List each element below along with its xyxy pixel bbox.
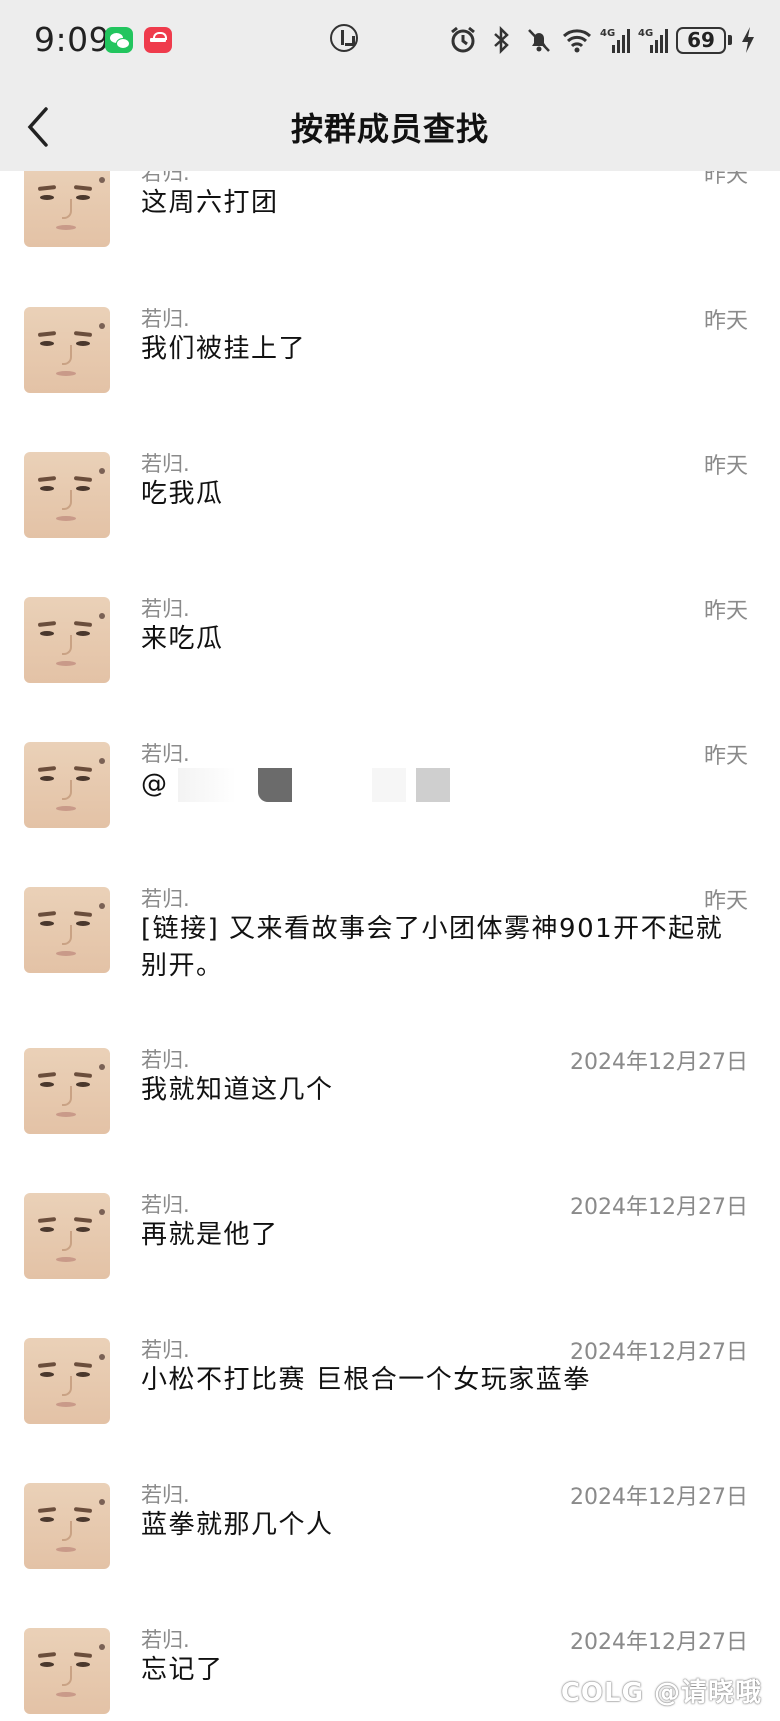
charging-icon <box>740 25 756 55</box>
redacted-block <box>178 767 237 802</box>
message-item[interactable]: 若归. 昨天 来吃瓜 <box>0 581 780 711</box>
page-title: 按群成员查找 <box>290 110 489 148</box>
system-icons: 4G 4G 69 <box>448 20 756 60</box>
avatar[interactable] <box>24 1338 110 1424</box>
message-text: 小松不打比赛 巨根合一个女玩家蓝拳 <box>141 1365 591 1395</box>
message-text: 这周六打团 <box>141 188 279 218</box>
avatar[interactable] <box>24 171 110 247</box>
status-time: 9:09 <box>34 20 111 59</box>
sender-name: 若归. <box>141 1193 190 1217</box>
sender-name: 若归. <box>141 887 190 911</box>
battery-icon: 69 <box>676 26 726 54</box>
message-text: [链接] 又来看故事会了小团体雾神901开不起就别开。 <box>141 914 724 981</box>
redacted-block <box>258 767 293 802</box>
sender-name: 若归. <box>141 452 190 476</box>
mention-symbol: @ <box>141 769 169 799</box>
avatar[interactable] <box>24 1193 110 1279</box>
mute-icon <box>524 25 554 55</box>
status-bar: 9:09 4G 4G 69 <box>0 0 780 82</box>
avatar[interactable] <box>24 887 110 973</box>
alarm-icon <box>448 25 478 55</box>
sender-name: 若归. <box>141 1048 190 1072</box>
sender-name: 若归. <box>141 307 190 331</box>
svg-text:4G: 4G <box>600 28 615 39</box>
avatar[interactable] <box>24 307 110 393</box>
sender-name: 若归. <box>141 742 190 766</box>
message-item[interactable]: 若归. 2024年12月27日 蓝拳就那几个人 <box>0 1467 780 1597</box>
navigation-bar: 按群成员查找 <box>0 82 780 171</box>
avatar[interactable] <box>24 1628 110 1714</box>
avatar[interactable] <box>24 452 110 538</box>
redacted-block <box>415 767 450 802</box>
message-text: 再就是他了 <box>141 1220 279 1250</box>
message-item[interactable]: 若归. 昨天 我们被挂上了 <box>0 291 780 421</box>
avatar[interactable] <box>24 1048 110 1134</box>
message-text: 来吃瓜 <box>141 624 224 654</box>
watermark: COLG @请晓哦 <box>560 1678 762 1708</box>
sender-name: 若归. <box>141 1628 190 1652</box>
avatar[interactable] <box>24 1483 110 1569</box>
battery-tip <box>728 35 732 45</box>
signal-4g-icon: 4G <box>600 25 630 55</box>
data-saver-icon <box>330 24 358 52</box>
message-item[interactable]: 若归. 昨天 吃我瓜 <box>0 436 780 566</box>
bluetooth-icon <box>486 25 516 55</box>
message-item[interactable]: 若归. 昨天 @ <box>0 726 780 856</box>
sender-name: 若归. <box>141 597 190 621</box>
message-item[interactable]: 若归. 2024年12月27日 小松不打比赛 巨根合一个女玩家蓝拳 <box>0 1322 780 1452</box>
sender-name: 若归. <box>141 1338 190 1362</box>
app-icon <box>144 27 172 53</box>
message-list[interactable]: 若归. 昨天 这周六打团 若归. 昨天 我们被挂上了 若归. 昨天 吃我瓜 若归… <box>0 171 780 1721</box>
signal-4g-icon: 4G <box>638 25 668 55</box>
message-item[interactable]: 若归. 昨天 这周六打团 <box>0 171 780 275</box>
message-text: 吃我瓜 <box>141 479 224 509</box>
message-text: 我们被挂上了 <box>141 334 307 364</box>
avatar[interactable] <box>24 597 110 683</box>
avatar[interactable] <box>24 742 110 828</box>
message-item[interactable]: 若归. 2024年12月27日 我就知道这几个 <box>0 1032 780 1162</box>
svg-text:4G: 4G <box>638 28 653 39</box>
message-item[interactable]: 若归. 2024年12月27日 再就是他了 <box>0 1177 780 1307</box>
wechat-icon <box>105 27 133 53</box>
wifi-icon <box>562 25 592 55</box>
message-text: 我就知道这几个 <box>141 1075 334 1105</box>
message-item[interactable]: 若归. 昨天 [链接] 又来看故事会了小团体雾神901开不起就别开。 <box>0 871 780 1001</box>
message-text: 蓝拳就那几个人 <box>141 1510 334 1540</box>
sender-name: 若归. <box>141 1483 190 1507</box>
redacted-block <box>371 767 406 802</box>
message-text: @ <box>141 766 731 803</box>
